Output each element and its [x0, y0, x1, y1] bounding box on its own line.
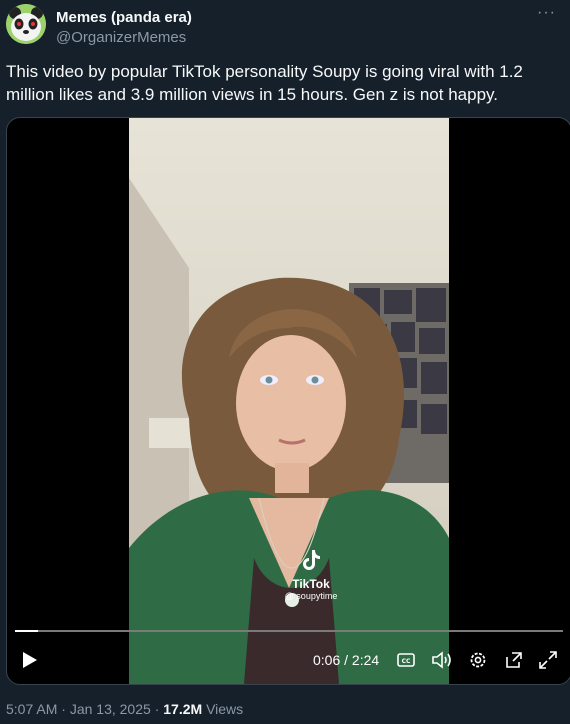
meta-dot-2: ·: [154, 701, 160, 717]
captions-icon[interactable]: CC: [395, 646, 417, 674]
more-options-icon[interactable]: ···: [537, 4, 556, 22]
progress-fill: [15, 630, 39, 632]
tweet-header: Memes (panda era) @OrganizerMemes ···: [6, 4, 570, 46]
views-label: Views: [206, 701, 244, 717]
tiktok-logo-icon: [303, 550, 320, 570]
tiktok-user: @ soupytime: [284, 591, 338, 601]
settings-icon[interactable]: [467, 646, 489, 674]
tiktok-brand: TikTok: [292, 577, 330, 591]
progress-bar[interactable]: [15, 630, 563, 632]
post-date[interactable]: Jan 13, 2025: [70, 701, 151, 717]
svg-text:CC: CC: [402, 658, 411, 665]
duration: 2:24: [351, 652, 380, 668]
tweet-text: This video by popular TikTok personality…: [6, 62, 523, 104]
post-time[interactable]: 5:07 AM: [6, 701, 57, 717]
play-icon[interactable]: [19, 646, 41, 674]
author-handle[interactable]: @OrganizerMemes: [56, 29, 186, 46]
tweet-meta: 5:07 AM · Jan 13, 2025 · 17.2M Views: [6, 701, 243, 717]
meta-dot: ·: [61, 701, 66, 717]
popout-icon[interactable]: [503, 646, 525, 674]
volume-icon[interactable]: [431, 646, 455, 674]
views-count: 17.2M: [163, 701, 203, 717]
panda-avatar-icon[interactable]: [6, 4, 46, 44]
time-display: 0:06 / 2:24: [313, 652, 379, 668]
fullscreen-icon[interactable]: [537, 646, 559, 674]
video-controls: 0:06 / 2:24 CC: [7, 646, 570, 678]
time-separator: /: [344, 652, 349, 668]
video-player[interactable]: TikTok @ soupytime 0:06 / 2:24 CC: [6, 117, 570, 685]
tiktok-watermark: TikTok @ soupytime: [281, 548, 341, 601]
current-time: 0:06: [313, 652, 341, 668]
author-name[interactable]: Memes (panda era): [56, 9, 192, 26]
